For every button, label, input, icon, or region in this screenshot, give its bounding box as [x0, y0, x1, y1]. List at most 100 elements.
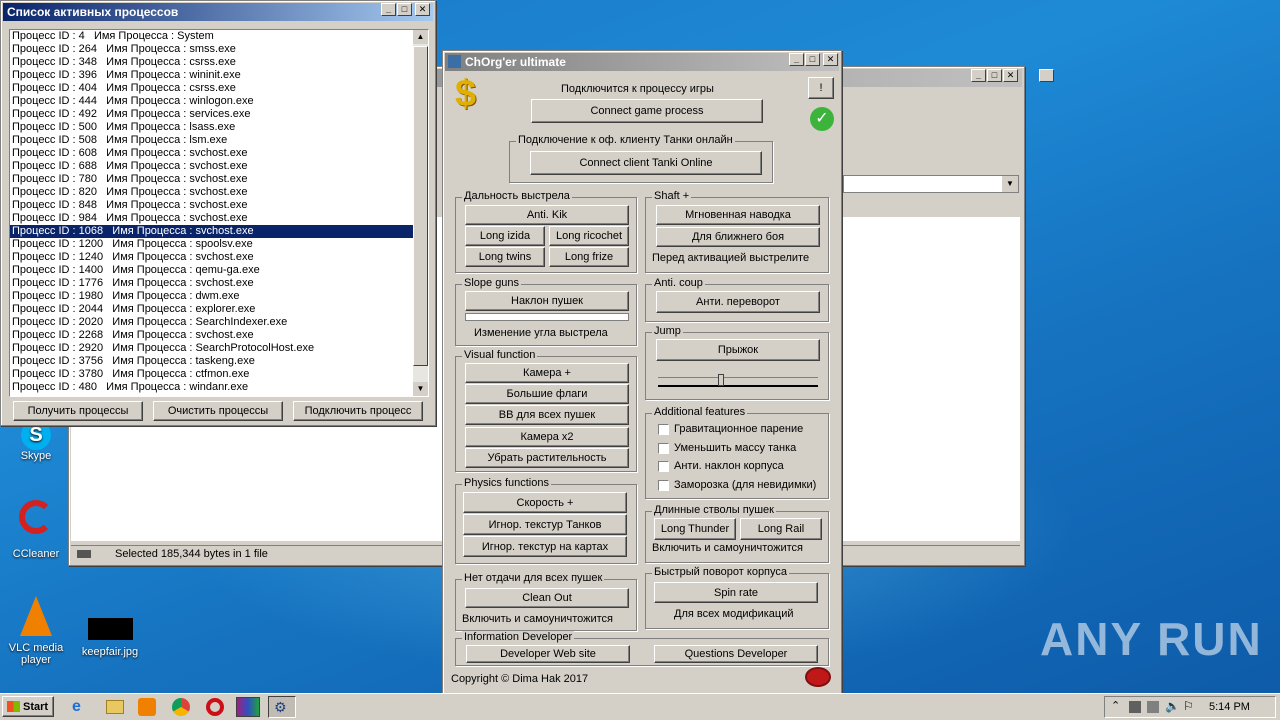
scroll-up-arrow-icon[interactable]: ▲ [413, 30, 428, 44]
long-thunder-button[interactable]: Long Thunder [654, 518, 736, 540]
process-row[interactable]: Процесс ID : 492 Имя Процесса : services… [10, 108, 428, 121]
network-icon[interactable] [1129, 701, 1141, 713]
ignore-maps-button[interactable]: Игнор. текстур на картах [463, 536, 627, 557]
spin-rate-button[interactable]: Spin rate [654, 582, 818, 603]
process-row[interactable]: Процесс ID : 688 Имя Процесса : svchost.… [10, 160, 428, 173]
process-row[interactable]: Процесс ID : 2020 Имя Процесса : SearchI… [10, 316, 428, 329]
slope-button[interactable]: Наклон пушек [465, 291, 629, 311]
process-row[interactable]: Процесс ID : 500 Имя Процесса : lsass.ex… [10, 121, 428, 134]
desktop-icon-ccleaner[interactable]: CCleaner [6, 500, 66, 560]
process-row[interactable]: Процесс ID : 1200 Имя Процесса : spoolsv… [10, 238, 428, 251]
scroll-thumb[interactable] [413, 46, 428, 366]
jump-slider-thumb[interactable] [718, 374, 724, 386]
speed-plus-button[interactable]: Скорость + [463, 492, 627, 513]
clean-out-button[interactable]: Clean Out [465, 588, 629, 608]
start-button[interactable]: Start [2, 696, 54, 717]
dev-questions-button[interactable]: Questions Developer [654, 645, 818, 663]
process-row[interactable]: Процесс ID : 4 Имя Процесса : System [10, 30, 428, 43]
process-row[interactable]: Процесс ID : 1400 Имя Процесса : qemu-ga… [10, 264, 428, 277]
scroll-down-arrow-icon[interactable]: ▼ [413, 382, 428, 396]
process-row[interactable]: Процесс ID : 1776 Имя Процесса : svchost… [10, 277, 428, 290]
big-flags-button[interactable]: Большие флаги [465, 384, 629, 404]
process-row[interactable]: Процесс ID : 1240 Имя Процесса : svchost… [10, 251, 428, 264]
process-row[interactable]: Процесс ID : 1068 Имя Процесса : svchost… [10, 225, 428, 238]
speaker-icon[interactable]: 🔈 [1165, 699, 1180, 713]
connect-process-button[interactable]: Подключить процесс [293, 401, 423, 421]
process-row[interactable]: Процесс ID : 3780 Имя Процесса : ctfmon.… [10, 368, 428, 381]
address-combobox[interactable]: ▼ [843, 175, 1019, 193]
tray-expand-icon[interactable]: ⌃ [1111, 699, 1120, 712]
scrollbar[interactable]: ▲ ▼ [413, 30, 428, 396]
process-row[interactable]: Процесс ID : 2920 Имя Процесса : SearchP… [10, 342, 428, 355]
process-row[interactable]: Процесс ID : 404 Имя Процесса : csrss.ex… [10, 82, 428, 95]
process-row[interactable]: Процесс ID : 3756 Имя Процесса : taskeng… [10, 355, 428, 368]
opera-icon[interactable] [206, 698, 224, 716]
folder-icon[interactable] [106, 700, 124, 714]
process-row[interactable]: Процесс ID : 2268 Имя Процесса : svchost… [10, 329, 428, 342]
dev-site-button[interactable]: Developer Web site [466, 645, 630, 663]
minimize-button[interactable]: _ [789, 53, 804, 66]
desktop-icon-vlc[interactable]: VLC media player [6, 596, 66, 666]
maximize-button[interactable]: □ [805, 53, 820, 66]
chrome-icon[interactable] [172, 698, 190, 716]
maximize-button[interactable]: □ [397, 3, 412, 16]
feature-checkbox[interactable] [658, 480, 669, 491]
feature-checkbox[interactable] [658, 443, 669, 454]
minimize-button[interactable] [1039, 69, 1054, 82]
long-frize-button[interactable]: Long frize [549, 247, 629, 267]
camera-plus-button[interactable]: Камера + [465, 363, 629, 383]
minimize-button[interactable]: _ [381, 3, 396, 16]
process-list[interactable]: Процесс ID : 4 Имя Процесса : System Проц… [9, 29, 429, 397]
connect-client-button[interactable]: Connect client Tanki Online [530, 151, 762, 175]
exclaim-button[interactable]: ! [808, 77, 834, 99]
anti-kik-button[interactable]: Anti. Kik [465, 205, 629, 225]
camera-x2-button[interactable]: Камера x2 [465, 427, 629, 447]
connect-game-button[interactable]: Connect game process [531, 99, 763, 123]
process-row[interactable]: Процесс ID : 1980 Имя Процесса : dwm.exe [10, 290, 428, 303]
process-row[interactable]: Процесс ID : 780 Имя Процесса : svchost.… [10, 173, 428, 186]
feature-checkbox[interactable] [658, 461, 669, 472]
jump-slider-track[interactable] [658, 374, 818, 387]
process-row[interactable]: Процесс ID : 264 Имя Процесса : smss.exe [10, 43, 428, 56]
close-button[interactable]: ✕ [823, 53, 838, 66]
app-task-button[interactable]: ⚙ [268, 696, 296, 718]
minimize-button[interactable]: _ [971, 69, 986, 82]
process-row[interactable]: Процесс ID : 608 Имя Процесса : svchost.… [10, 147, 428, 160]
desktop-icon-skype[interactable]: S Skype [6, 420, 66, 462]
chevron-down-icon[interactable]: ▼ [1002, 176, 1018, 192]
archive-icon[interactable] [236, 697, 260, 717]
process-row[interactable]: Процесс ID : 984 Имя Процесса : svchost.… [10, 212, 428, 225]
anticoup-button[interactable]: Анти. переворот [656, 291, 820, 313]
desktop-icon-keepfair[interactable]: keepfair.jpg [80, 618, 140, 658]
feature-checkbox[interactable] [658, 424, 669, 435]
process-row[interactable]: Процесс ID : 2044 Имя Процесса : explore… [10, 303, 428, 316]
bb-all-button[interactable]: BB для всех пушек [465, 405, 629, 425]
slope-slider[interactable] [465, 313, 629, 321]
long-twins-button[interactable]: Long twins [465, 247, 545, 267]
jump-button[interactable]: Прыжок [656, 339, 820, 361]
clear-processes-button[interactable]: Очистить процессы [153, 401, 283, 421]
remove-plants-button[interactable]: Убрать растительность [465, 448, 629, 468]
close-button[interactable]: ✕ [1003, 69, 1018, 82]
process-row[interactable]: Процесс ID : 348 Имя Процесса : csrss.ex… [10, 56, 428, 69]
media-player-icon[interactable] [138, 698, 156, 716]
power-icon[interactable] [805, 667, 831, 687]
network-icon[interactable] [1147, 701, 1159, 713]
process-row[interactable]: Процесс ID : 444 Имя Процесса : winlogon… [10, 95, 428, 108]
long-ricochet-button[interactable]: Long ricochet [549, 226, 629, 246]
process-row[interactable]: Процесс ID : 820 Имя Процесса : svchost.… [10, 186, 428, 199]
long-izida-button[interactable]: Long izida [465, 226, 545, 246]
process-row[interactable]: Процесс ID : 848 Имя Процесса : svchost.… [10, 199, 428, 212]
process-row[interactable]: Процесс ID : 480 Имя Процесса : windanr.… [10, 381, 428, 394]
instant-aim-button[interactable]: Мгновенная наводка [656, 205, 820, 225]
close-button[interactable]: ✕ [415, 3, 430, 16]
process-row[interactable]: Процесс ID : 396 Имя Процесса : wininit.… [10, 69, 428, 82]
maximize-button[interactable]: □ [987, 69, 1002, 82]
process-row[interactable]: Процесс ID : 508 Имя Процесса : lsm.exe [10, 134, 428, 147]
clock[interactable]: 5:14 PM [1209, 701, 1250, 713]
long-rail-button[interactable]: Long Rail [740, 518, 822, 540]
flag-icon[interactable]: ⚐ [1183, 699, 1194, 713]
ignore-tanks-button[interactable]: Игнор. текстур Танков [463, 514, 627, 535]
close-combat-button[interactable]: Для ближнего боя [656, 227, 820, 247]
ie-icon[interactable]: e [72, 698, 90, 716]
